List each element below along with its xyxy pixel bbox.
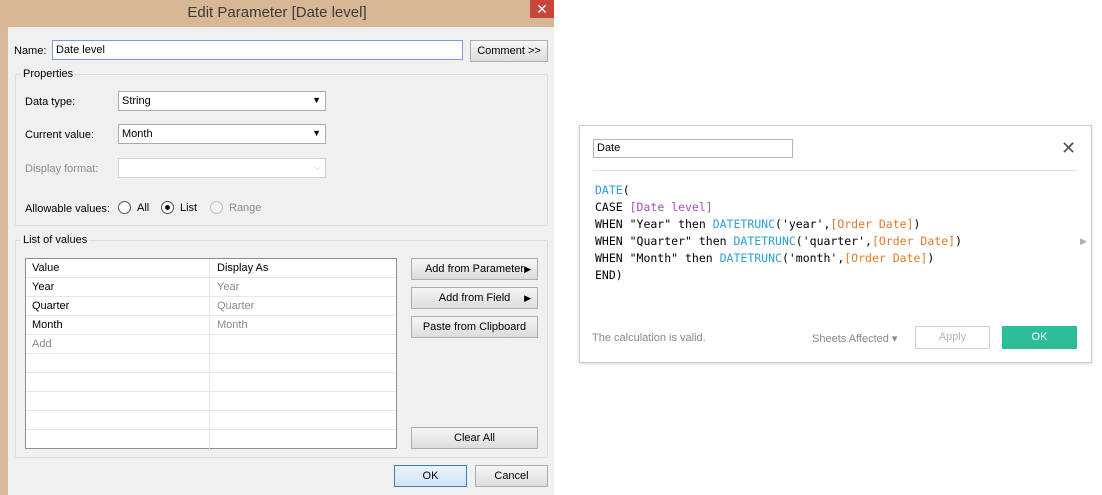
list-of-values-title: List of values — [21, 234, 90, 246]
close-icon[interactable]: ✕ — [1061, 138, 1076, 159]
add-from-field-label: Add from Field — [438, 292, 511, 304]
code-token: [Order Date] — [844, 251, 928, 265]
radio-range — [210, 201, 223, 214]
code-token: [Order Date] — [871, 234, 956, 248]
add-from-field-button[interactable]: Add from Field ▶ — [411, 287, 538, 309]
current-value-select[interactable]: Month ▼ — [118, 124, 326, 144]
code-token: WHEN "Year" then — [595, 217, 713, 231]
dialog-title: Edit Parameter [Date level] — [187, 4, 367, 21]
column-header-value: Value — [26, 259, 210, 278]
add-from-parameter-button[interactable]: Add from Parameter ▶ — [411, 258, 538, 280]
code-token: CASE — [595, 200, 630, 214]
divider — [593, 170, 1077, 171]
calculation-name-input[interactable]: Date — [593, 139, 793, 158]
calculation-status: The calculation is valid. — [592, 332, 706, 344]
empty-cell — [26, 411, 210, 430]
comment-button[interactable]: Comment >> — [470, 40, 548, 62]
sheets-affected-dropdown[interactable]: Sheets Affected ▾ — [812, 332, 897, 345]
close-icon: ✕ — [536, 1, 548, 17]
table-row — [26, 411, 396, 430]
code-token: WHEN "Quarter" then — [595, 234, 734, 248]
table-row-add[interactable]: Add — [26, 335, 396, 354]
code-token: DATE — [595, 183, 623, 197]
empty-cell — [26, 354, 210, 373]
value-cell[interactable]: Year — [26, 278, 210, 297]
data-type-select[interactable]: String ▼ — [118, 91, 326, 111]
radio-list[interactable] — [161, 201, 174, 214]
display-format-label: Display format: — [25, 163, 99, 175]
calculation-ok-button[interactable]: OK — [1002, 326, 1077, 349]
values-table[interactable]: Value Display As Year Year Quarter Quart… — [25, 258, 397, 449]
code-token: DATETRUNC — [712, 217, 776, 231]
display-cell[interactable]: Year — [211, 278, 396, 297]
dropdown-arrow-icon: ▼ — [312, 128, 321, 138]
name-input[interactable]: Date level — [52, 40, 463, 60]
table-header: Value Display As — [26, 259, 396, 278]
empty-cell — [26, 373, 210, 392]
radio-all-label: All — [137, 202, 150, 214]
close-button[interactable]: ✕ — [530, 0, 554, 18]
table-row — [26, 354, 396, 373]
name-label: Name: — [14, 45, 47, 57]
paste-from-clipboard-button[interactable]: Paste from Clipboard — [411, 316, 538, 338]
add-value-cell[interactable]: Add — [26, 335, 210, 354]
triangle-right-icon: ▶ — [524, 293, 531, 303]
code-token: ) — [955, 234, 962, 248]
display-format-select: ⌵ — [118, 158, 326, 178]
dialog-body: Name: Date level Comment >> Properties D… — [8, 27, 554, 495]
title-bar[interactable]: Edit Parameter [Date level] ✕ — [0, 0, 554, 27]
code-token: ( — [622, 183, 630, 197]
dropdown-arrow-icon: ▼ — [312, 95, 321, 105]
display-cell[interactable] — [211, 335, 396, 354]
code-token: DATETRUNC — [733, 234, 796, 248]
chevron-down-icon: ⌵ — [314, 162, 321, 172]
current-value-label: Current value: — [25, 129, 95, 141]
code-token: ) — [927, 251, 935, 265]
caret-down-icon: ▾ — [891, 333, 898, 345]
apply-button[interactable]: Apply — [915, 326, 990, 349]
display-cell[interactable]: Quarter — [211, 297, 396, 316]
code-token: [Date level] — [629, 200, 713, 214]
code-token: ) — [913, 217, 921, 231]
sheets-affected-label: Sheets Affected — [812, 333, 889, 345]
add-from-parameter-label: Add from Parameter — [424, 263, 525, 275]
triangle-right-icon: ▶ — [524, 264, 531, 274]
current-value-value: Month — [122, 128, 153, 140]
value-cell[interactable]: Month — [26, 316, 210, 335]
code-token: ('month', — [781, 251, 845, 265]
table-row — [26, 392, 396, 411]
calculation-editor: Date ✕ DATE( CASE [Date level] WHEN "Yea… — [579, 125, 1092, 363]
radio-list-label: List — [180, 202, 198, 214]
properties-title: Properties — [21, 68, 76, 80]
table-row[interactable]: Month Month — [26, 316, 396, 335]
radio-all[interactable] — [118, 201, 131, 214]
table-row — [26, 430, 396, 449]
expand-arrow-icon[interactable]: ▶ — [1080, 236, 1087, 247]
code-token: ('year', — [775, 217, 831, 231]
value-cell[interactable]: Quarter — [26, 297, 210, 316]
ok-button[interactable]: OK — [394, 465, 467, 487]
allowable-values-label: Allowable values: — [25, 203, 110, 215]
code-token: WHEN "Month" then — [595, 251, 720, 265]
code-token: [Order Date] — [830, 217, 914, 231]
code-token: END) — [595, 268, 623, 282]
empty-cell — [26, 430, 210, 449]
data-type-value: String — [122, 95, 151, 107]
clear-all-button[interactable]: Clear All — [411, 427, 538, 449]
table-row — [26, 373, 396, 392]
display-cell[interactable]: Month — [211, 316, 396, 335]
empty-cell — [26, 392, 210, 411]
table-row[interactable]: Quarter Quarter — [26, 297, 396, 316]
code-token: DATETRUNC — [719, 251, 782, 265]
table-row[interactable]: Year Year — [26, 278, 396, 297]
formula-editor[interactable]: DATE( CASE [Date level] WHEN "Year" then… — [595, 182, 962, 284]
radio-range-label: Range — [229, 202, 262, 214]
edit-parameter-dialog: Edit Parameter [Date level] ✕ Name: Date… — [0, 0, 554, 495]
code-token: ('quarter', — [795, 234, 872, 248]
cancel-button[interactable]: Cancel — [475, 465, 548, 487]
column-header-display-as: Display As — [217, 262, 269, 274]
data-type-label: Data type: — [25, 96, 76, 108]
